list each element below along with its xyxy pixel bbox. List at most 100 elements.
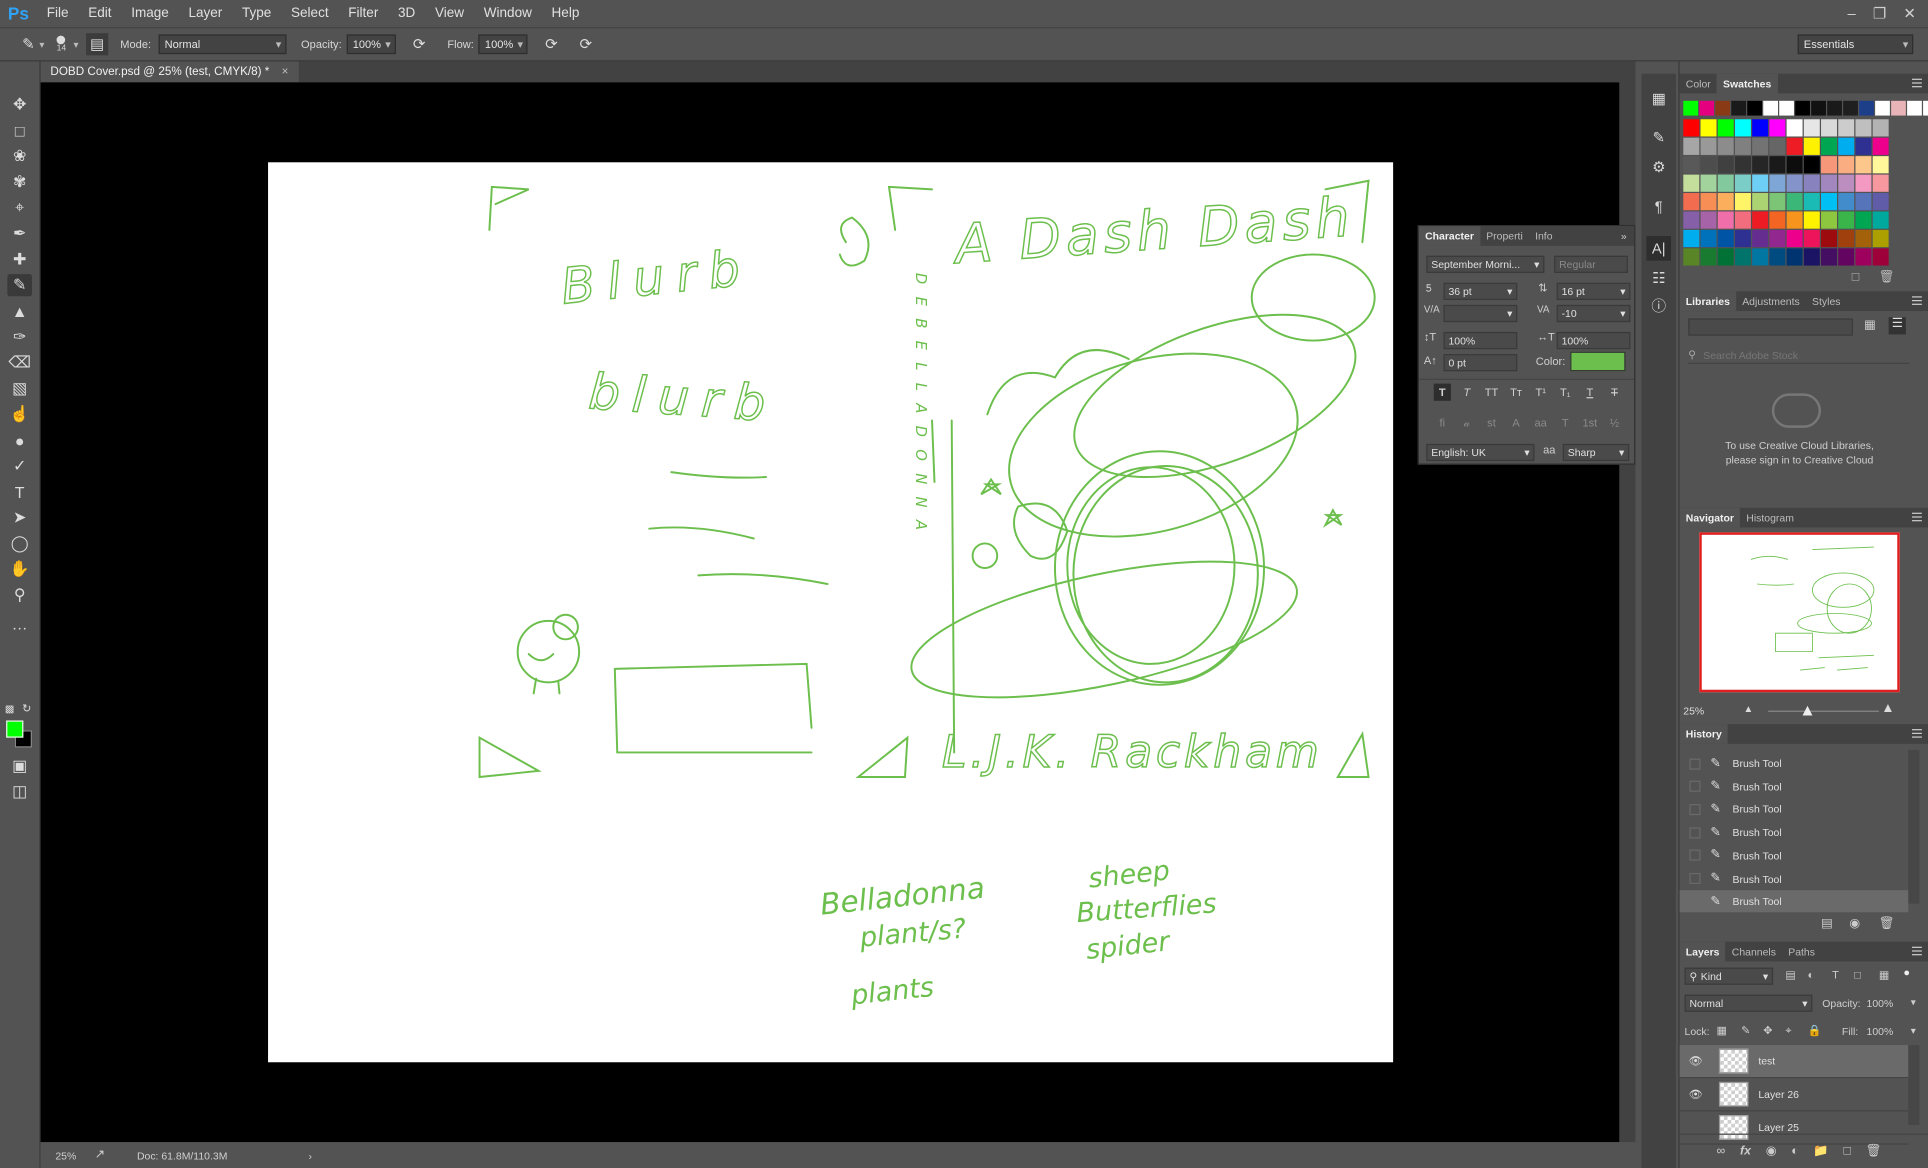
lock-transparency-icon[interactable]: ▦	[1717, 1024, 1727, 1038]
swatch-grid[interactable]	[1683, 100, 1928, 267]
color-swatch[interactable]	[1875, 100, 1890, 116]
color-swatch[interactable]	[1683, 156, 1700, 174]
menu-select[interactable]: Select	[281, 0, 338, 27]
chevron-down-icon[interactable]: ▾	[74, 39, 79, 50]
panel-menu-icon[interactable]	[1912, 296, 1922, 305]
adjustment-layer-icon[interactable]: ◐	[1791, 1145, 1798, 1159]
close-tab-icon[interactable]: ×	[282, 61, 289, 82]
healing-brush-tool-icon[interactable]: ✚	[7, 248, 32, 270]
color-swatch[interactable]	[1683, 100, 1699, 116]
faux-italic-icon[interactable]: T	[1458, 384, 1475, 401]
anti-alias-select[interactable]: Sharp ▾	[1562, 443, 1630, 462]
layer-row[interactable]: 👁 test	[1679, 1045, 1909, 1079]
panel-menu-icon[interactable]	[1912, 512, 1922, 522]
type-tool-icon[interactable]: T	[7, 481, 32, 503]
paint-bucket-tool-icon[interactable]: ▧	[7, 377, 32, 399]
color-swatch[interactable]	[1769, 193, 1786, 211]
share-icon[interactable]: ↗	[95, 1148, 105, 1162]
foreground-color-swatch[interactable]	[6, 720, 24, 738]
color-swatch[interactable]	[1872, 193, 1889, 211]
leading-field[interactable]: 16 pt ▾	[1556, 282, 1631, 300]
small-caps-icon[interactable]: Tт	[1507, 384, 1524, 401]
color-swatch[interactable]	[1838, 119, 1855, 137]
color-swatch[interactable]	[1838, 156, 1855, 174]
layers-scrollbar[interactable]	[1908, 1045, 1920, 1125]
chevron-down-icon[interactable]: ▾	[1911, 1025, 1916, 1036]
mode-select[interactable]: Normal ▾	[158, 34, 287, 55]
color-swatch[interactable]	[1683, 193, 1700, 211]
color-swatch[interactable]	[1769, 137, 1786, 155]
chevron-right-icon[interactable]: ›	[309, 1149, 312, 1161]
zoom-out-icon[interactable]: ▲	[1744, 703, 1754, 714]
text-color-swatch[interactable]	[1570, 351, 1626, 372]
new-swatch-icon[interactable]: □	[1852, 270, 1859, 284]
layer-row[interactable]: 👁 Layer 26	[1679, 1078, 1909, 1112]
brush-size-picker[interactable]: 14	[57, 35, 66, 53]
color-swatch[interactable]	[1731, 100, 1747, 116]
color-swatch[interactable]	[1734, 211, 1751, 229]
panel-menu-icon[interactable]	[1912, 946, 1922, 956]
color-swatch[interactable]	[1752, 174, 1769, 192]
path-select-tool-icon[interactable]: ➤	[7, 507, 32, 529]
color-swatch[interactable]	[1907, 100, 1922, 116]
history-state[interactable]: ✎ Brush Tool	[1680, 775, 1909, 797]
font-family-select[interactable]: September Morni... ▾	[1426, 255, 1545, 273]
color-swatch[interactable]	[1872, 174, 1889, 192]
filter-pixel-icon[interactable]: ▤	[1785, 969, 1795, 983]
ordinals-icon[interactable]: 1st	[1581, 414, 1598, 431]
smudge-tool-icon[interactable]: ☝	[7, 403, 32, 425]
brush-settings-icon[interactable]: ✎	[1646, 125, 1671, 150]
move-tool-icon[interactable]: ✥	[7, 93, 32, 115]
color-swatch[interactable]	[1717, 248, 1734, 266]
layer-blend-mode-select[interactable]: Normal ▾	[1684, 994, 1813, 1012]
tab-swatches[interactable]: Swatches	[1716, 73, 1778, 94]
lock-all-icon[interactable]: 🔒	[1807, 1024, 1821, 1038]
fill-value[interactable]: 100%	[1867, 1025, 1894, 1037]
faux-bold-icon[interactable]: T	[1433, 383, 1451, 401]
color-swatch[interactable]	[1872, 137, 1889, 155]
properties-panel-icon[interactable]: ☷	[1646, 266, 1671, 291]
color-swatch[interactable]	[1715, 100, 1731, 116]
brush-preset-icon[interactable]: ✎	[17, 33, 39, 55]
color-swatch[interactable]	[1838, 137, 1855, 155]
tab-styles[interactable]: Styles	[1806, 291, 1847, 311]
list-view-icon[interactable]: ☰	[1888, 317, 1906, 335]
old-style-icon[interactable]: 𝒶	[1458, 414, 1475, 431]
color-swatch[interactable]	[1700, 211, 1717, 229]
color-swatch[interactable]	[1855, 193, 1872, 211]
history-panel-icon[interactable]: ▦	[1646, 86, 1671, 111]
color-swatch[interactable]	[1838, 193, 1855, 211]
status-zoom[interactable]: 25%	[55, 1149, 85, 1161]
color-swatch[interactable]	[1752, 248, 1769, 266]
color-swatch[interactable]	[1769, 211, 1786, 229]
color-swatch[interactable]	[1838, 211, 1855, 229]
color-swatch[interactable]	[1786, 119, 1803, 137]
color-swatch[interactable]	[1855, 119, 1872, 137]
menu-file[interactable]: File	[37, 0, 78, 27]
color-swatch[interactable]	[1821, 156, 1838, 174]
color-swatch[interactable]	[1803, 137, 1820, 155]
zoom-in-icon[interactable]: ▲	[1881, 701, 1894, 716]
color-swatch[interactable]	[1821, 211, 1838, 229]
crop-tool-icon[interactable]: ⌖	[7, 197, 32, 219]
baseline-shift-field[interactable]: 0 pt	[1443, 354, 1518, 372]
history-snapshot-checkbox[interactable]	[1689, 895, 1701, 907]
link-layers-icon[interactable]: ∞	[1717, 1145, 1726, 1159]
superscript-icon[interactable]: T¹	[1532, 384, 1549, 401]
color-swatch[interactable]	[1872, 229, 1889, 248]
visibility-eye-icon[interactable]: 👁	[1685, 1054, 1707, 1068]
color-swatch[interactable]	[1821, 174, 1838, 192]
stylistic-alternates-icon[interactable]: aa	[1532, 414, 1549, 431]
default-colors-icon[interactable]: ▩	[5, 703, 14, 714]
color-swatch[interactable]	[1855, 137, 1872, 155]
artboard[interactable]: Blurb blurb A Dash Dash L.J.K. Rackham B…	[268, 162, 1394, 1063]
color-swatch[interactable]	[1827, 100, 1842, 116]
color-swatch[interactable]	[1700, 248, 1717, 266]
color-swatch[interactable]	[1683, 229, 1700, 248]
ligatures-icon[interactable]: fi	[1434, 414, 1451, 431]
panel-menu-icon[interactable]	[1912, 729, 1922, 738]
vertical-scale-field[interactable]: 100%	[1443, 331, 1518, 350]
new-document-from-state-icon[interactable]: ▤	[1821, 917, 1833, 931]
color-swatch[interactable]	[1734, 193, 1751, 211]
color-swatch[interactable]	[1717, 211, 1734, 229]
